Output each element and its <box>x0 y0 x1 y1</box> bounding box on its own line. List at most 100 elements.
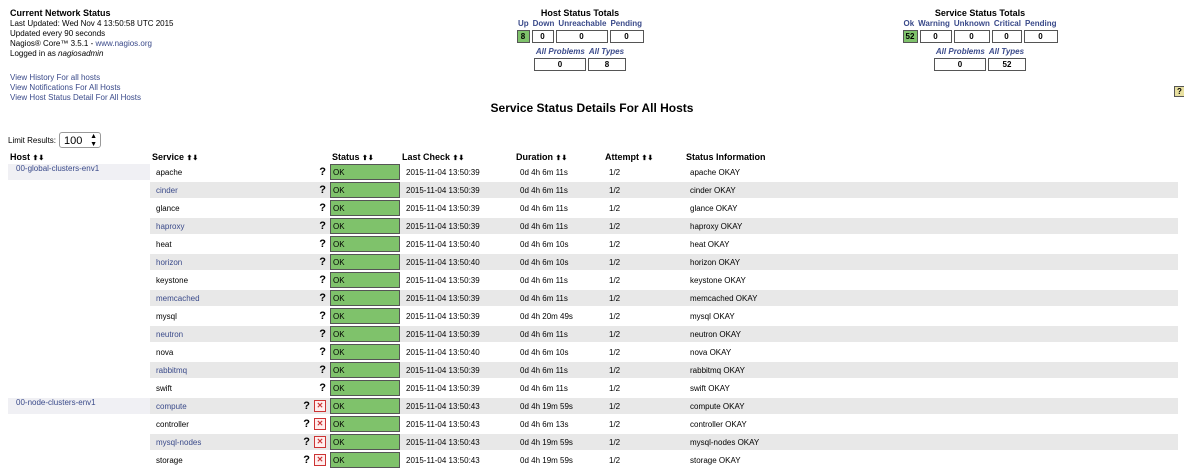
service-cell[interactable]: mysql <box>150 308 290 324</box>
service-cell[interactable]: compute <box>150 398 290 414</box>
service-cell[interactable]: storage <box>150 452 290 468</box>
sort-icon[interactable]: ⬆⬇ <box>453 155 465 162</box>
service-link[interactable]: mysql-nodes <box>156 438 201 447</box>
unknown-info-icon[interactable]: ? <box>319 328 326 340</box>
attempt-cell: 1/2 <box>603 362 684 378</box>
service-all-types-link[interactable]: All Types <box>989 47 1024 57</box>
service-link[interactable]: glance <box>156 204 180 213</box>
service-icons: ? <box>290 200 330 216</box>
host-down-link[interactable]: Down <box>533 19 555 29</box>
col-last-check[interactable]: Last Check ⬆⬇ <box>400 152 514 162</box>
unknown-info-icon[interactable]: ? <box>303 400 310 412</box>
host-pending-link[interactable]: Pending <box>610 19 642 29</box>
duration-cell: 0d 4h 6m 11s <box>514 272 603 288</box>
table-row: neutron? OK 2015-11-04 13:50:39 0d 4h 6m 11… <box>8 326 1178 342</box>
service-link[interactable]: horizon <box>156 258 182 267</box>
host-link[interactable]: 00-global-clusters-env1 <box>16 164 99 173</box>
unknown-info-icon[interactable]: ? <box>303 418 310 430</box>
host-cell <box>8 272 150 288</box>
col-service[interactable]: Service ⬆⬇ <box>150 152 330 162</box>
col-status[interactable]: Status ⬆⬇ <box>330 152 400 162</box>
service-link[interactable]: rabbitmq <box>156 366 187 375</box>
service-cell[interactable]: controller <box>150 416 290 432</box>
host-link[interactable]: 00-node-clusters-env1 <box>16 398 96 407</box>
service-unknown-link[interactable]: Unknown <box>954 19 990 29</box>
host-unreachable-link[interactable]: Unreachable <box>558 19 606 29</box>
unknown-info-icon[interactable]: ? <box>319 292 326 304</box>
service-cell[interactable]: nova <box>150 344 290 360</box>
service-cell[interactable]: rabbitmq <box>150 362 290 378</box>
last-check-cell: 2015-11-04 13:50:39 <box>400 200 514 216</box>
view-history-link[interactable]: View History For all hosts <box>10 73 100 82</box>
host-cell[interactable]: 00-global-clusters-env1 <box>8 164 150 180</box>
unknown-info-icon[interactable]: ? <box>319 256 326 268</box>
unknown-info-icon[interactable]: ? <box>319 166 326 178</box>
service-all-problems-link[interactable]: All Problems <box>936 47 985 57</box>
service-link[interactable]: nova <box>156 348 173 357</box>
host-all-types-link[interactable]: All Types <box>589 47 624 57</box>
nagios-link[interactable]: www.nagios.org <box>95 39 151 48</box>
service-ok-link[interactable]: Ok <box>903 19 914 29</box>
service-link[interactable]: swift <box>156 384 172 393</box>
unknown-info-icon[interactable]: ? <box>319 238 326 250</box>
status-cell: OK <box>330 398 400 414</box>
view-notifications-link[interactable]: View Notifications For All Hosts <box>10 83 121 92</box>
unknown-info-icon[interactable]: ? <box>319 202 326 214</box>
service-cell[interactable]: horizon <box>150 254 290 270</box>
unknown-info-icon[interactable]: ? <box>319 382 326 394</box>
sort-icon[interactable]: ⬆⬇ <box>642 155 654 162</box>
sort-icon[interactable]: ⬆⬇ <box>33 155 45 162</box>
unknown-info-icon[interactable]: ? <box>319 220 326 232</box>
unknown-info-icon[interactable]: ? <box>319 184 326 196</box>
help-icon[interactable]: ? <box>1174 86 1184 97</box>
host-down-count: 0 <box>531 30 554 43</box>
col-host[interactable]: Host ⬆⬇ <box>8 152 150 162</box>
attempt-cell: 1/2 <box>603 434 684 450</box>
service-link[interactable]: cinder <box>156 186 178 195</box>
service-cell[interactable]: apache <box>150 164 290 180</box>
page-title: Service Status Details For All Hosts <box>490 101 694 115</box>
service-cell[interactable]: neutron <box>150 326 290 342</box>
service-warning-link[interactable]: Warning <box>918 19 950 29</box>
host-up-link[interactable]: Up <box>518 19 529 29</box>
limit-select[interactable]: 100 ▲ ▼ <box>59 132 102 148</box>
service-link[interactable]: storage <box>156 456 183 465</box>
service-link[interactable]: compute <box>156 402 187 411</box>
host-all-problems-link[interactable]: All Problems <box>536 47 585 57</box>
host-cell <box>8 218 150 234</box>
table-row: nova? OK 2015-11-04 13:50:40 0d 4h 6m 10s 1/… <box>8 344 1178 360</box>
col-attempt[interactable]: Attempt ⬆⬇ <box>603 152 684 162</box>
unknown-info-icon[interactable]: ? <box>303 454 310 466</box>
unknown-info-icon[interactable]: ? <box>319 310 326 322</box>
service-cell[interactable]: keystone <box>150 272 290 288</box>
service-link[interactable]: apache <box>156 168 182 177</box>
service-link[interactable]: mysql <box>156 312 177 321</box>
sort-icon[interactable]: ⬆⬇ <box>556 155 568 162</box>
host-cell[interactable]: 00-node-clusters-env1 <box>8 398 150 414</box>
unknown-info-icon[interactable]: ? <box>319 364 326 376</box>
service-link[interactable]: heat <box>156 240 172 249</box>
service-cell[interactable]: mysql-nodes <box>150 434 290 450</box>
service-cell[interactable]: swift <box>150 380 290 396</box>
sort-icon[interactable]: ⬆⬇ <box>362 155 374 162</box>
service-link[interactable]: memcached <box>156 294 200 303</box>
unknown-info-icon[interactable]: ? <box>319 274 326 286</box>
col-duration[interactable]: Duration ⬆⬇ <box>514 152 603 162</box>
last-check-cell: 2015-11-04 13:50:39 <box>400 308 514 324</box>
service-cell[interactable]: heat <box>150 236 290 252</box>
service-cell[interactable]: haproxy <box>150 218 290 234</box>
service-icons: ? <box>290 380 330 396</box>
service-critical-link[interactable]: Critical <box>994 19 1021 29</box>
service-cell[interactable]: cinder <box>150 182 290 198</box>
sort-icon[interactable]: ⬆⬇ <box>187 155 199 162</box>
unknown-info-icon[interactable]: ? <box>303 436 310 448</box>
service-link[interactable]: haproxy <box>156 222 184 231</box>
service-link[interactable]: controller <box>156 420 189 429</box>
service-cell[interactable]: glance <box>150 200 290 216</box>
notifications-disabled-icon: ✕ <box>314 436 326 449</box>
service-link[interactable]: keystone <box>156 276 188 285</box>
service-link[interactable]: neutron <box>156 330 183 339</box>
service-pending-link[interactable]: Pending <box>1025 19 1057 29</box>
unknown-info-icon[interactable]: ? <box>319 346 326 358</box>
service-cell[interactable]: memcached <box>150 290 290 306</box>
